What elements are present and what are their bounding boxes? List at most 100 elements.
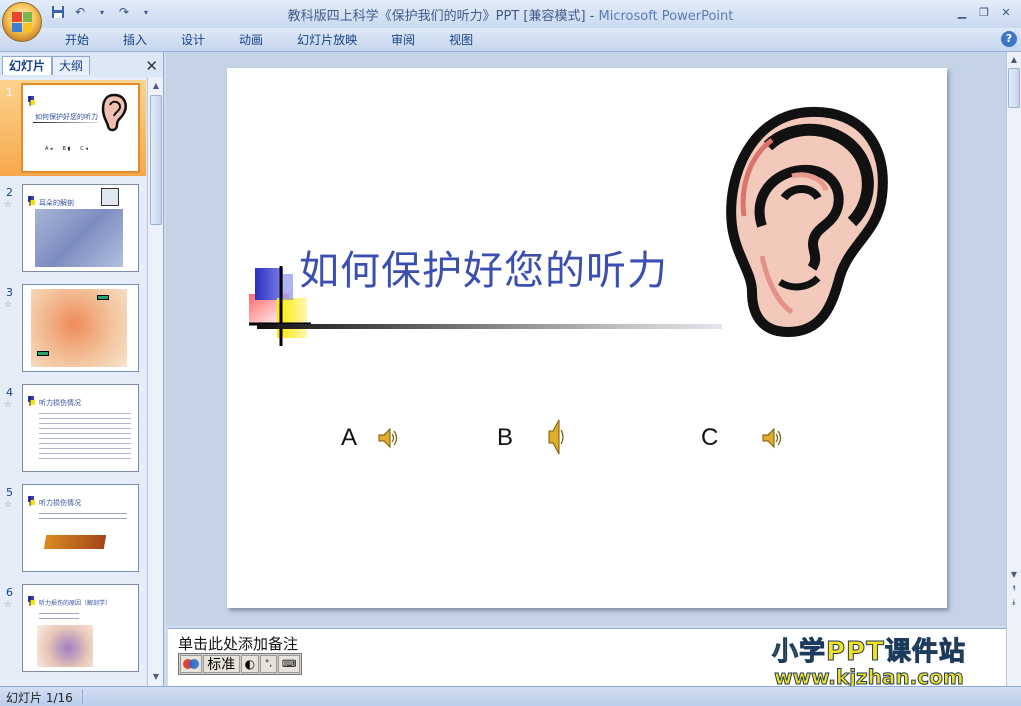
tab-insert[interactable]: 插入 (106, 31, 164, 49)
animation-star-icon: ☆ (4, 500, 13, 510)
tab-slideshow[interactable]: 幻灯片放映 (280, 31, 374, 49)
status-bar: 幻灯片 1/16 (0, 686, 1021, 706)
ear-anatomy-image (35, 209, 123, 267)
title-decoration-icon (28, 496, 35, 506)
slide-thumbnail-1[interactable]: 1 如何保护好您的听力 A ◂ B ▮ C ◂ (0, 80, 146, 176)
slide-thumbnail-4[interactable]: 4 ☆ 听力损伤情况 (0, 380, 146, 476)
speaker-icon[interactable] (375, 426, 399, 450)
slide-title[interactable]: 如何保护好您的听力 (299, 238, 668, 296)
ime-logo-icon[interactable] (180, 655, 202, 673)
animation-star-icon: ☆ (4, 600, 13, 610)
slide-preview: 如何保护好您的听力 A ◂ B ▮ C ◂ (21, 83, 140, 173)
title-line (33, 122, 98, 123)
tab-review[interactable]: 审阅 (374, 31, 432, 49)
slide-thumbnail-list: 1 如何保护好您的听力 A ◂ B ▮ C ◂ 2 ☆ 耳朵的解剖 3 ☆ 4 … (0, 77, 146, 686)
slide-number: 2 (6, 186, 13, 199)
tab-view[interactable]: 视图 (432, 31, 490, 49)
scrollbar-thumb[interactable] (1008, 68, 1020, 108)
body-text-lines (39, 509, 127, 519)
slide-preview-title: 听力损伤情况 (39, 499, 81, 507)
slide-counter: 幻灯片 1/16 (6, 691, 73, 705)
slide-preview-title: 听力损伤情况 (39, 399, 81, 407)
office-logo-icon (12, 12, 32, 32)
office-button[interactable] (2, 2, 42, 42)
slide-preview (22, 284, 139, 372)
title-bar: ↶ ▾ ↷ ▾ 教科版四上科学《保护我们的听力》PPT [兼容模式] - Mic… (0, 0, 1021, 28)
slide-preview: 听力损伤情况 (22, 484, 139, 572)
slide-preview: 耳朵的解剖 (22, 184, 139, 272)
tab-design[interactable]: 设计 (164, 31, 222, 49)
ime-toolbar: 标准 ◐ °, ⌨ (178, 653, 302, 675)
speaker-icon[interactable] (543, 416, 567, 458)
tab-home[interactable]: 开始 (48, 31, 106, 49)
scroll-down-icon[interactable]: ▼ (150, 670, 162, 684)
scroll-up-icon[interactable]: ▲ (150, 79, 162, 93)
ear-icon (726, 106, 888, 338)
option-c-label: C (701, 424, 719, 451)
animation-star-icon: ☆ (4, 200, 13, 210)
title-decoration-icon (28, 596, 35, 606)
half-width-icon[interactable]: ◐ (240, 655, 259, 673)
slide-thumbnail-5[interactable]: 5 ☆ 听力损伤情况 (0, 480, 146, 576)
scrollbar-thumb[interactable] (150, 95, 162, 225)
option-preview: A ◂ B ▮ C ◂ (45, 146, 88, 152)
slide-preview-title: 如何保护好您的听力 (35, 113, 98, 121)
ribbon-tabs: 开始 插入 设计 动画 幻灯片放映 审阅 视图 (48, 31, 490, 49)
watermark-line-1: 小学PPT课件站 (772, 637, 966, 667)
restore-icon[interactable]: ❐ (973, 3, 995, 21)
slide-editing-area: 如何保护好您的听力 A B C (166, 52, 1006, 626)
option-a-label: A (341, 424, 358, 451)
next-slide-icon[interactable]: ⯯ (1008, 596, 1020, 610)
slide-number: 4 (6, 386, 13, 399)
slide-scrollbar[interactable]: ▲ ▼ ⯭ ⯯ (1006, 52, 1021, 686)
slide-preview-title: 耳朵的解剖 (39, 199, 74, 207)
title-decoration-icon (28, 396, 35, 406)
tab-animations[interactable]: 动画 (222, 31, 280, 49)
panel-tabs: 幻灯片 大纲 ✕ (0, 55, 164, 75)
document-title: 教科版四上科学《保护我们的听力》PPT [兼容模式] (287, 9, 586, 24)
slides-scrollbar[interactable]: ▲ ▼ (147, 77, 163, 686)
label-box (37, 351, 49, 356)
tab-outline[interactable]: 大纲 (52, 56, 91, 75)
wordart-image (43, 535, 107, 549)
slide-preview: 听力损伤的原因（解剖学） (22, 584, 139, 672)
slide-number: 3 (6, 286, 13, 299)
body-text-lines (39, 609, 79, 619)
status-divider (82, 689, 83, 704)
ribbon: 开始 插入 设计 动画 幻灯片放映 审阅 视图 ? (0, 28, 1021, 52)
previous-slide-icon[interactable]: ⯭ (1008, 582, 1020, 596)
slide-thumbnail-3[interactable]: 3 ☆ (0, 280, 146, 376)
slide-thumbnail-6[interactable]: 6 ☆ 听力损伤的原因（解剖学） (0, 580, 146, 676)
slide-number: 1 (6, 86, 13, 99)
speaker-icon[interactable] (759, 426, 783, 450)
tab-slides[interactable]: 幻灯片 (2, 56, 53, 75)
ear-image (37, 625, 93, 667)
soft-keyboard-icon[interactable]: ⌨ (278, 655, 300, 673)
current-slide[interactable]: 如何保护好您的听力 A B C (227, 68, 947, 608)
watermark-line-2: www.kjzhan.com (774, 665, 965, 689)
window-controls: ▁ ❐ ✕ (951, 3, 1017, 21)
slide-number: 5 (6, 486, 13, 499)
scroll-up-icon[interactable]: ▲ (1008, 53, 1020, 67)
label-box (97, 295, 109, 300)
body-text-lines (39, 409, 131, 459)
title-separator: - (585, 9, 599, 24)
app-name: Microsoft PowerPoint (598, 9, 734, 24)
slide-number: 6 (6, 586, 13, 599)
slide-thumbnail-2[interactable]: 2 ☆ 耳朵的解剖 (0, 180, 146, 276)
notes-placeholder[interactable]: 单击此处添加备注 (178, 633, 298, 654)
ime-mode-button[interactable]: 标准 (202, 655, 240, 673)
punctuation-icon[interactable]: °, (259, 655, 278, 673)
scroll-down-icon[interactable]: ▼ (1008, 568, 1020, 582)
animation-star-icon: ☆ (4, 400, 13, 410)
close-icon[interactable]: ✕ (995, 3, 1017, 21)
close-panel-icon[interactable]: ✕ (145, 57, 158, 75)
picture-icon (101, 188, 119, 206)
help-icon[interactable]: ? (1001, 31, 1017, 47)
site-watermark: 小学PPT课件站 www.kjzhan.com (772, 637, 966, 689)
minimize-icon[interactable]: ▁ (951, 3, 973, 21)
title-underline (257, 324, 722, 329)
slide-preview-title: 听力损伤的原因（解剖学） (39, 600, 112, 607)
animation-star-icon: ☆ (4, 300, 13, 310)
ear-icon (101, 93, 127, 132)
